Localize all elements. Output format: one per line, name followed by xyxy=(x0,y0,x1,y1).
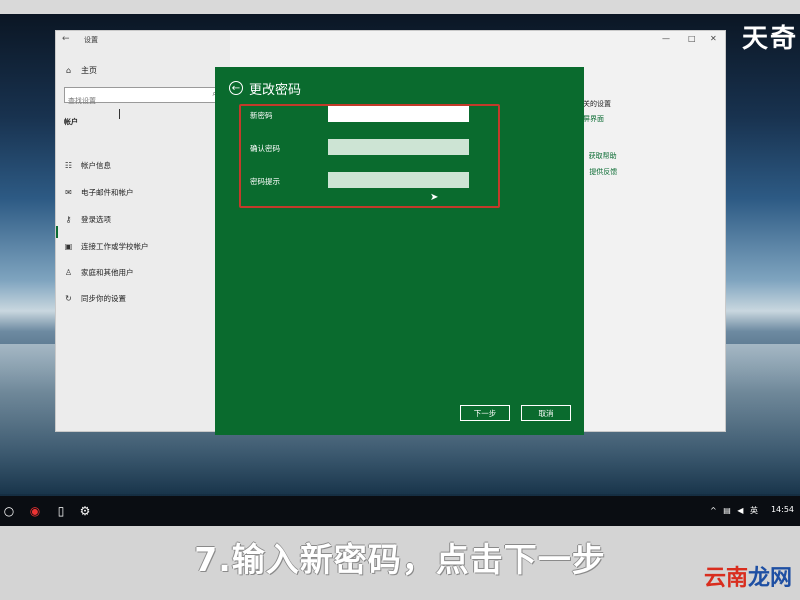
brand-logo-top: 天奇 xyxy=(741,24,798,54)
window-titlebar: ← 设置 — □ ✕ xyxy=(56,31,725,49)
sync-icon: ↻ xyxy=(65,294,72,303)
close-button[interactable]: ✕ xyxy=(710,34,717,43)
active-indicator xyxy=(56,226,58,238)
back-arrow-icon[interactable]: ← xyxy=(62,34,70,44)
video-top-bar xyxy=(0,0,800,14)
key-icon: ⚷ xyxy=(65,215,72,224)
search-input[interactable] xyxy=(65,95,198,107)
section-label: 帐户 xyxy=(64,118,78,126)
sidebar-item-label: 家庭和其他用户 xyxy=(81,268,134,277)
briefcase-icon: ▣ xyxy=(64,242,73,251)
person-card-icon: ☷ xyxy=(64,161,73,170)
file-icon[interactable]: ▯ xyxy=(54,504,68,518)
sidebar-item-label: 登录选项 xyxy=(81,215,111,224)
sidebar-item-label: 同步你的设置 xyxy=(81,294,126,303)
person-icon: ♙ xyxy=(64,268,73,277)
sidebar-item-work-school[interactable]: ▣ 连接工作或学校帐户 xyxy=(64,241,149,252)
music-app-icon[interactable]: ◉ xyxy=(28,504,42,518)
sidebar-item-label: 连接工作或学校帐户 xyxy=(81,242,149,251)
cancel-button[interactable]: 取消 xyxy=(521,405,571,421)
system-tray[interactable]: ^ ▤ ◀ 英 xyxy=(710,505,760,516)
ime-indicator[interactable]: 英 xyxy=(750,506,760,515)
settings-search[interactable]: ⌕ xyxy=(64,87,222,107)
dialog-title: 更改密码 xyxy=(249,83,302,98)
sidebar-item-label: 电子邮件和帐户 xyxy=(81,188,134,197)
search-icon[interactable]: ○ xyxy=(2,504,16,518)
brand-logo-bottom: 云南龙网 xyxy=(704,560,792,592)
clock[interactable]: 14:54 xyxy=(771,505,794,514)
window-title: 设置 xyxy=(84,36,98,44)
minimize-button[interactable]: — xyxy=(662,34,670,43)
sidebar-item-account-info[interactable]: ☷ 帐户信息 xyxy=(64,160,111,171)
network-icon[interactable]: ▤ xyxy=(723,506,733,515)
mail-icon: ✉ xyxy=(65,188,72,197)
sidebar-item-signin-options[interactable]: ⚷ 登录选项 xyxy=(64,214,111,225)
home-icon: ⌂ xyxy=(65,66,72,75)
brand-part1: 云南 xyxy=(703,566,748,591)
sidebar-item-email[interactable]: ✉ 电子邮件和帐户 xyxy=(64,187,134,198)
brand-part2: 龙网 xyxy=(747,566,792,591)
sidebar-item-sync[interactable]: ↻ 同步你的设置 xyxy=(64,293,126,304)
sidebar-item-family[interactable]: ♙ 家庭和其他用户 xyxy=(64,267,134,278)
taskbar: ○ ◉ ▯ ⚙ ^ ▤ ◀ 英 14:54 xyxy=(0,496,800,526)
highlight-box xyxy=(239,104,500,208)
gear-icon[interactable]: ⚙ xyxy=(78,504,92,518)
maximize-button[interactable]: □ xyxy=(688,34,696,43)
nav-home-label: 主页 xyxy=(81,66,97,75)
back-circle-icon[interactable]: ← xyxy=(229,81,243,95)
text-caret xyxy=(119,109,120,119)
tutorial-caption: 7.输入新密码，点击下一步 xyxy=(194,540,606,579)
help-label: 提供反馈 xyxy=(589,168,618,176)
chevron-up-icon[interactable]: ^ xyxy=(710,506,719,515)
nav-home[interactable]: ⌂ 主页 xyxy=(64,65,97,76)
mouse-cursor-icon: ➤ xyxy=(430,192,439,203)
help-label: 获取帮助 xyxy=(588,152,617,160)
volume-icon[interactable]: ◀ xyxy=(737,506,745,515)
sidebar-item-label: 帐户信息 xyxy=(81,161,111,170)
next-button[interactable]: 下一步 xyxy=(460,405,510,421)
